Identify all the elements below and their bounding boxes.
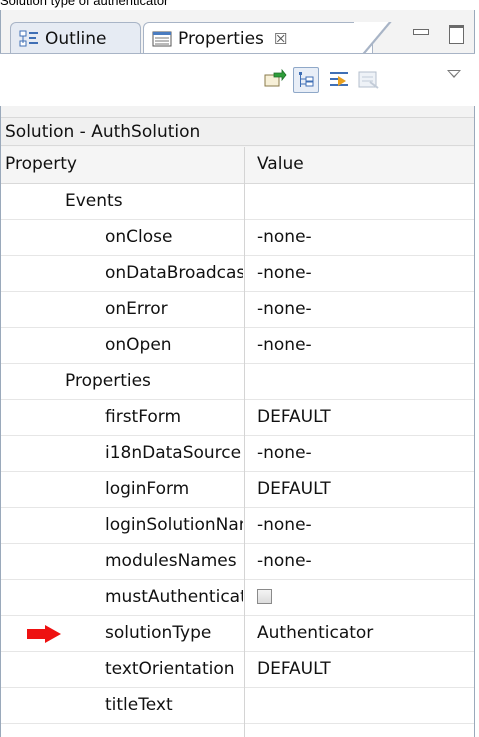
restore-default-icon[interactable] bbox=[356, 67, 382, 93]
property-value[interactable]: -none- bbox=[257, 543, 312, 579]
table-header: Property Value bbox=[1, 147, 474, 184]
table-row[interactable]: onClose -none- bbox=[1, 219, 474, 256]
view-window-controls bbox=[411, 24, 465, 44]
property-name: firstForm bbox=[105, 407, 182, 427]
property-name: titleText bbox=[105, 695, 173, 715]
property-value[interactable]: Authenticator bbox=[257, 615, 373, 651]
property-value[interactable]: DEFAULT bbox=[257, 651, 331, 687]
property-name: onError bbox=[105, 299, 168, 319]
property-name: solutionType bbox=[105, 623, 212, 643]
table-row[interactable]: firstForm DEFAULT bbox=[1, 399, 474, 436]
property-value[interactable]: -none- bbox=[257, 327, 312, 363]
image-caption: Solution type of authenticator bbox=[0, 0, 169, 8]
pin-editor-icon[interactable] bbox=[262, 67, 288, 93]
property-name: i18nDataSource bbox=[105, 443, 242, 463]
property-name: onOpen bbox=[105, 335, 172, 355]
view-menu-icon[interactable] bbox=[447, 70, 461, 78]
category-row[interactable]: Events bbox=[1, 183, 474, 220]
property-value[interactable]: DEFAULT bbox=[257, 399, 331, 435]
column-header-value[interactable]: Value bbox=[257, 154, 304, 174]
property-name: textOrientation bbox=[105, 659, 235, 679]
tab-properties[interactable]: Properties ☒ bbox=[143, 22, 398, 55]
property-value[interactable]: -none- bbox=[257, 291, 312, 327]
table-row[interactable]: loginForm DEFAULT bbox=[1, 471, 474, 508]
column-header-property[interactable]: Property bbox=[5, 154, 77, 174]
property-value[interactable]: -none- bbox=[257, 435, 312, 471]
category-row[interactable]: Properties bbox=[1, 363, 474, 400]
table-row[interactable]: solutionType Authenticator bbox=[1, 615, 474, 652]
tab-properties-label: Properties bbox=[178, 28, 264, 49]
property-value[interactable]: -none- bbox=[257, 507, 312, 543]
property-name: Events bbox=[65, 191, 123, 211]
tab-outline-label: Outline bbox=[45, 28, 107, 49]
property-name: onClose bbox=[105, 227, 173, 247]
minimize-icon[interactable] bbox=[411, 24, 429, 42]
show-categories-icon[interactable] bbox=[293, 67, 319, 93]
view-toolbar bbox=[0, 54, 475, 106]
property-name: Properties bbox=[65, 371, 151, 391]
show-advanced-icon[interactable] bbox=[326, 67, 352, 93]
properties-table: Property Value Events onClose -none-onData… bbox=[1, 147, 474, 737]
property-name: mustAuthenticate bbox=[105, 587, 243, 607]
table-row[interactable]: textOrientation DEFAULT bbox=[1, 651, 474, 688]
maximize-icon[interactable] bbox=[447, 24, 465, 44]
table-row[interactable]: modulesNames -none- bbox=[1, 543, 474, 580]
property-name: loginForm bbox=[105, 479, 190, 499]
red-arrow-icon bbox=[27, 625, 61, 643]
properties-icon bbox=[152, 30, 172, 48]
property-value[interactable]: DEFAULT bbox=[257, 471, 331, 507]
property-name: modulesNames bbox=[105, 551, 237, 571]
must-authenticate-checkbox[interactable] bbox=[257, 589, 272, 604]
table-row[interactable]: onError -none- bbox=[1, 291, 474, 328]
table-row[interactable]: loginSolutionName -none- bbox=[1, 507, 474, 544]
outline-icon bbox=[19, 30, 39, 48]
column-divider[interactable] bbox=[244, 147, 245, 737]
table-row[interactable]: i18nDataSource -none- bbox=[1, 435, 474, 472]
property-value[interactable]: -none- bbox=[257, 219, 312, 255]
panel-title: Solution - AuthSolution bbox=[1, 117, 474, 146]
tab-outline[interactable]: Outline bbox=[10, 22, 141, 54]
property-name: onDataBroadcast bbox=[105, 263, 243, 283]
table-row[interactable]: mustAuthenticate bbox=[1, 579, 474, 616]
view-tab-strip: Outline Properties ☒ bbox=[0, 10, 479, 55]
table-row[interactable]: titleText bbox=[1, 687, 474, 724]
property-value[interactable]: -none- bbox=[257, 255, 312, 291]
table-row[interactable]: onOpen -none- bbox=[1, 327, 474, 364]
table-row[interactable]: onDataBroadcast -none- bbox=[1, 255, 474, 292]
close-tab-icon[interactable]: ☒ bbox=[274, 30, 287, 48]
property-name: loginSolutionName bbox=[105, 515, 243, 535]
